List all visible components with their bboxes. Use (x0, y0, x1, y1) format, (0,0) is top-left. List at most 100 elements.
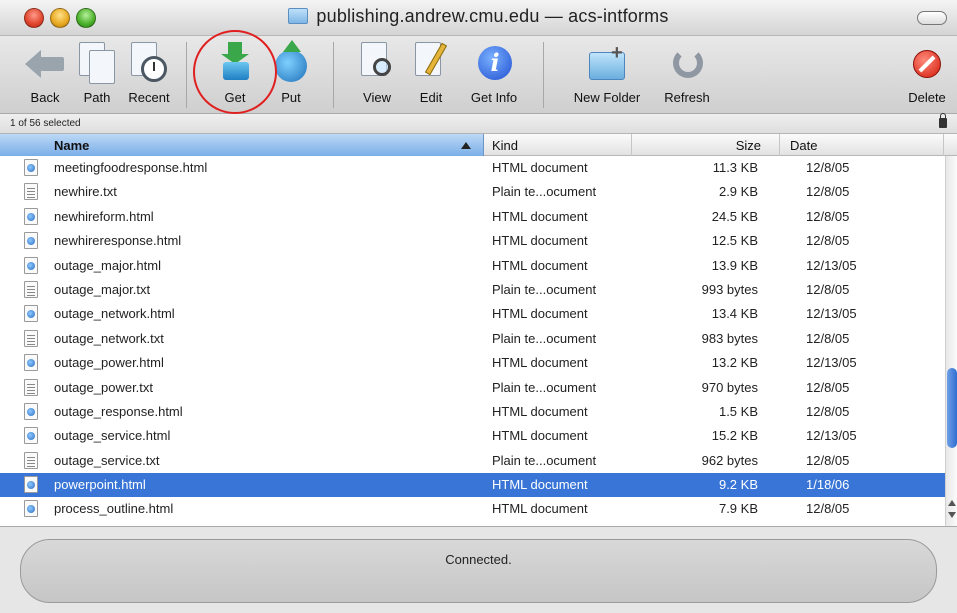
file-name: outage_response.html (54, 403, 183, 419)
file-row[interactable]: outage_service.txt Plain te...ocument 962 … (0, 449, 957, 473)
back-button[interactable]: Back (22, 40, 68, 105)
view-button-label: View (363, 90, 391, 105)
selection-count: 1 of 56 selected (10, 118, 81, 129)
upload-globe-icon (269, 40, 313, 84)
html-file-icon (24, 232, 38, 250)
clock-icon (127, 40, 171, 84)
file-date: 12/8/05 (806, 208, 850, 224)
put-button-label: Put (281, 90, 301, 105)
file-rows: meetingfoodresponse.html HTML document 11.… (0, 156, 957, 522)
file-kind: Plain te...ocument (492, 184, 597, 200)
file-name: outage_major.txt (54, 281, 151, 297)
file-row[interactable]: outage_network.html HTML document 13.4 KB 1… (0, 302, 957, 326)
file-row[interactable]: newhireresponse.html HTML document 12.5 KB… (0, 229, 957, 253)
file-date: 12/8/05 (806, 281, 850, 297)
file-name: outage_power.txt (54, 379, 154, 395)
new-folder-button-label: New Folder (573, 90, 641, 105)
file-row[interactable]: outage_power.html HTML document 13.2 KB 12/… (0, 351, 957, 375)
refresh-button-label: Refresh (664, 90, 710, 105)
put-button[interactable]: Put (268, 40, 314, 105)
connection-status-box: Connected. (20, 539, 937, 603)
file-kind: Plain te...ocument (492, 281, 597, 297)
path-button-label: Path (83, 90, 111, 105)
lock-icon (939, 113, 947, 128)
vertical-scrollbar[interactable] (945, 156, 957, 526)
folder-icon (288, 8, 309, 24)
file-kind: HTML document (492, 477, 588, 493)
toolbar-toggle-button[interactable] (917, 11, 947, 25)
text-file-icon (24, 329, 38, 347)
edit-button-label: Edit (419, 90, 443, 105)
file-row[interactable]: outage_response.html HTML document 1.5 KB 1… (0, 400, 957, 424)
file-size: 13.2 KB (711, 355, 758, 371)
toolbar: Back Path Recent Get Put View Edit i Get… (0, 36, 957, 114)
path-icon (75, 40, 119, 84)
file-row[interactable]: newhireform.html HTML document 24.5 KB 12/8… (0, 205, 957, 229)
text-file-icon (24, 378, 38, 396)
file-name: outage_network.txt (54, 330, 164, 346)
file-row[interactable]: outage_network.txt Plain te...ocument 983 … (0, 327, 957, 351)
file-kind: HTML document (492, 403, 588, 419)
file-date: 12/8/05 (806, 160, 850, 175)
file-row[interactable]: outage_major.txt Plain te...ocument 993 by… (0, 278, 957, 302)
column-header-name[interactable]: Name (0, 134, 484, 156)
file-date: 12/13/05 (806, 306, 857, 322)
file-kind: HTML document (492, 501, 588, 517)
file-row[interactable]: powerpoint.html HTML document 9.2 KB 1/18/0… (0, 473, 957, 498)
file-date: 12/8/05 (806, 379, 850, 395)
file-date: 12/8/05 (806, 184, 850, 200)
path-button[interactable]: Path (74, 40, 120, 105)
file-row[interactable]: outage_major.html HTML document 13.9 KB 12/… (0, 254, 957, 278)
file-row[interactable]: newhire.txt Plain te...ocument 2.9 KB 12/8/… (0, 180, 957, 204)
magnifier-icon (355, 40, 399, 84)
scrollbar-thumb[interactable] (947, 368, 957, 448)
file-kind: Plain te...ocument (492, 330, 597, 346)
file-row[interactable]: meetingfoodresponse.html HTML document 11.… (0, 156, 957, 180)
file-size: 993 bytes (701, 281, 758, 297)
new-folder-button[interactable]: + New Folder (564, 40, 650, 105)
get-info-button[interactable]: i Get Info (462, 40, 526, 105)
file-date: 12/8/05 (806, 452, 850, 468)
view-button[interactable]: View (354, 40, 400, 105)
html-file-icon (24, 207, 38, 225)
file-list-header: Name Kind Size Date (0, 134, 957, 156)
window-title-text: publishing.andrew.cmu.edu — acs-intforms (316, 6, 669, 26)
text-file-icon (24, 280, 38, 298)
column-header-kind-label: Kind (492, 138, 519, 153)
file-row[interactable]: outage_power.txt Plain te...ocument 970 by… (0, 376, 957, 400)
html-file-icon (24, 402, 38, 420)
delete-button[interactable]: Delete (902, 40, 952, 105)
file-size: 7.9 KB (718, 501, 758, 517)
file-name: outage_major.html (54, 257, 161, 273)
get-button[interactable]: Get (212, 40, 258, 105)
file-size: 2.9 KB (718, 184, 758, 200)
toolbar-separator (543, 42, 544, 108)
toolbar-separator (186, 42, 187, 108)
file-name: process_outline.html (54, 501, 174, 517)
recent-button[interactable]: Recent (122, 40, 176, 105)
edit-button[interactable]: Edit (408, 40, 454, 105)
back-button-label: Back (30, 90, 60, 105)
title-bar: publishing.andrew.cmu.edu — acs-intforms (0, 0, 957, 36)
html-file-icon (24, 427, 38, 445)
back-arrow-icon (23, 40, 67, 84)
refresh-icon (665, 40, 709, 84)
file-name: meetingfoodresponse.html (54, 160, 208, 175)
info-icon: i (472, 40, 516, 84)
connection-status-text: Connected. (445, 552, 512, 567)
get-info-button-label: Get Info (470, 90, 518, 105)
scroll-down-arrow-icon[interactable] (948, 512, 956, 518)
file-size: 13.4 KB (711, 306, 758, 322)
file-name: newhireresponse.html (54, 233, 182, 249)
file-row[interactable]: process_outline.html HTML document 7.9 KB 1… (0, 497, 957, 521)
file-date: 12/8/05 (806, 501, 850, 517)
file-row[interactable]: outage_service.html HTML document 15.2 KB 1… (0, 424, 957, 448)
file-date: 12/8/05 (806, 233, 850, 249)
file-kind: HTML document (492, 306, 588, 322)
refresh-button[interactable]: Refresh (656, 40, 718, 105)
delete-button-label: Delete (908, 90, 946, 105)
column-header-size[interactable]: Size (632, 134, 780, 156)
column-header-date[interactable]: Date (780, 134, 944, 156)
scroll-up-arrow-icon[interactable] (948, 500, 956, 506)
column-header-kind[interactable]: Kind (484, 134, 632, 156)
